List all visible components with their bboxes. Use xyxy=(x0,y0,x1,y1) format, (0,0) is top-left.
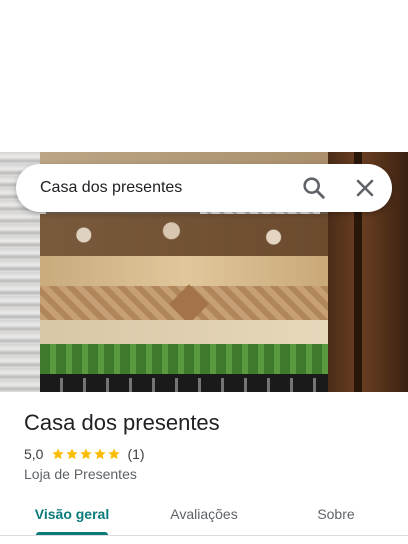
rating-value: 5,0 xyxy=(24,446,44,462)
blank-header-area xyxy=(0,0,408,152)
place-category[interactable]: Loja de Presentes xyxy=(24,466,137,482)
fabric-roll xyxy=(40,320,332,344)
rating-row[interactable]: 5,0 (1) xyxy=(24,445,145,463)
fabric-roll xyxy=(40,214,332,256)
tab-overview[interactable]: Visão geral xyxy=(22,500,122,536)
fabric-roll xyxy=(40,374,332,392)
tab-bar: Visão geral Avaliações Sobre xyxy=(0,500,408,544)
fabric-roll xyxy=(40,256,332,286)
tab-reviews[interactable]: Avaliações xyxy=(154,500,254,536)
tabs-divider xyxy=(0,535,408,536)
search-button[interactable] xyxy=(300,174,328,202)
close-icon xyxy=(351,174,379,202)
star-icon xyxy=(107,447,121,461)
fabric-roll xyxy=(40,344,332,374)
search-icon xyxy=(300,174,328,202)
fabric-roll xyxy=(40,284,332,324)
star-icon xyxy=(65,447,79,461)
place-title: Casa dos presentes xyxy=(24,410,220,435)
star-icon xyxy=(51,447,65,461)
tab-about[interactable]: Sobre xyxy=(286,500,386,536)
fabric-pattern xyxy=(169,284,209,324)
star-icon xyxy=(79,447,93,461)
star-rating xyxy=(51,447,121,461)
search-bar[interactable]: Casa dos presentes xyxy=(16,164,392,212)
star-icon xyxy=(93,447,107,461)
close-button[interactable] xyxy=(351,174,379,202)
review-count-link[interactable]: (1) xyxy=(127,446,144,462)
search-query[interactable]: Casa dos presentes xyxy=(40,164,182,212)
